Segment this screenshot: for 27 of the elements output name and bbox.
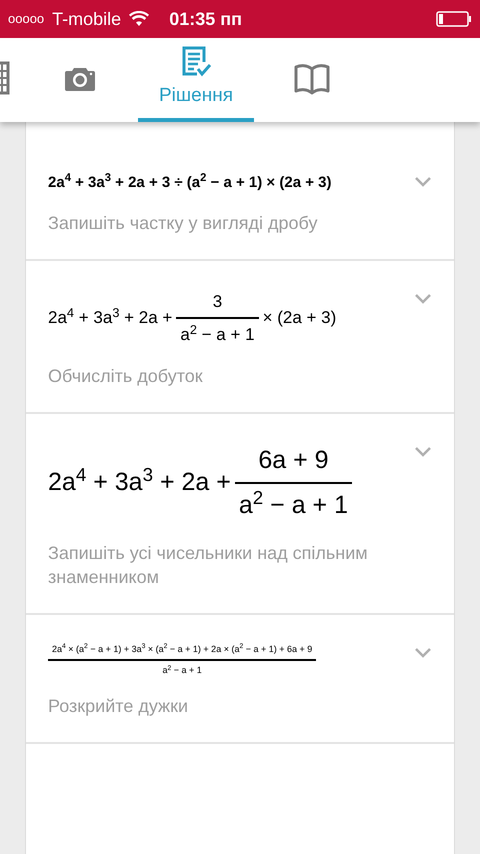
fraction: 2a$^{4}$ × (a$^{2}$ − a + 1) + 3a$^{3}$ × (a$^{2}$ − a + 1) + 2a × (a$^{2}$ − a + 1) + 6a + 9 a$^{2}$ − a + 1	[48, 642, 316, 678]
solution-step[interactable]: 2a$^{4}$ × (a$^{2}$ − a + 1) + 3a$^{3}$ × (a$^{2}$ − a + 1) + 2a × (a$^{2}$ − a + 1) + 6a + 9 a$^{2}$ − a + 1 Розкрийте дужки	[26, 614, 454, 744]
book-icon	[294, 61, 330, 95]
solution-step[interactable]: 2a$^{4}$ + 3a$^{3}$ + 2a + 3 a$^{2}$ − a + 1 × (2a + 3) Обчисліть добуток	[26, 260, 454, 414]
solution-step[interactable]: 2a$^{4}$ + 3a$^{3}$ + 2a + 6a + 9 a$^{2}$ − a + 1 Запишіть усі чисельники над спільним знаменником	[26, 414, 454, 614]
step-hint: Запишіть частку у вигляді дробу	[48, 212, 318, 234]
math-expression: × (2a + 3)	[262, 307, 336, 330]
step-hint: Розкрийте дужки	[48, 694, 190, 718]
math-expression: 2a$^{4}$ + 3a$^{3}$ + 2a + 3 ÷ (a$^{2}$ − a + 1) × (2a + 3)	[48, 172, 332, 193]
math-expression: 2a$^{4}$ + 3a$^{3}$ + 2a +	[48, 464, 231, 498]
carrier-name: T-mobile	[52, 8, 122, 30]
chevron-down-icon[interactable]	[414, 176, 432, 188]
chevron-down-icon[interactable]	[414, 646, 432, 658]
chevron-down-icon[interactable]	[414, 292, 432, 304]
battery-icon	[436, 11, 472, 27]
solution-step[interactable]: 2a$^{4}$ + 3a$^{3}$ + 2a + 3 ÷ (a$^{2}$ − a + 1) × (2a + 3) Запишіть частку у вигляді дробу	[26, 144, 454, 260]
checklist-icon	[180, 46, 212, 78]
step-hint: Запишіть усі чисельники над спільним знаменником	[48, 542, 369, 588]
chevron-down-icon[interactable]	[414, 446, 432, 458]
fraction: 3 a$^{2}$ − a + 1	[176, 288, 259, 348]
signal-strength: ooooo	[8, 10, 44, 28]
clock: 01:35 пп	[169, 8, 242, 30]
grid-icon	[0, 61, 10, 95]
math-expression: 2a$^{4}$ + 3a$^{3}$ + 2a +	[48, 305, 172, 330]
step-hint: Обчисліть добуток	[48, 364, 204, 388]
fraction: 6a + 9 a$^{2}$ − a + 1	[234, 442, 352, 524]
wifi-icon	[129, 11, 150, 27]
